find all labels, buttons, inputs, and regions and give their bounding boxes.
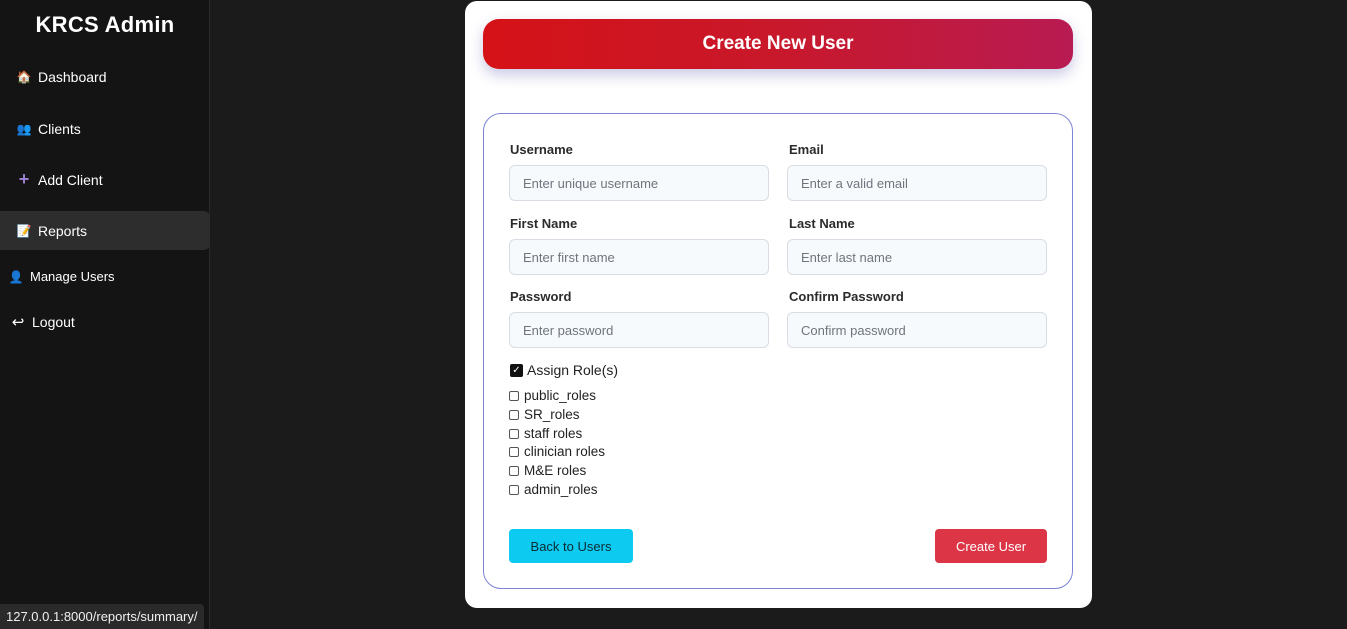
sidebar-item-label: Dashboard <box>38 68 107 85</box>
confirm-password-input[interactable] <box>787 312 1047 348</box>
brand-title: KRCS Admin <box>35 12 175 37</box>
last-name-input[interactable] <box>787 239 1047 275</box>
role-checkbox[interactable] <box>509 484 519 495</box>
sidebar-item-add-client[interactable]: + Add Client <box>0 160 210 199</box>
email-label: Email <box>789 142 824 157</box>
first-name-label: First Name <box>510 216 578 231</box>
sidebar-item-clients[interactable]: 👥 Clients <box>0 109 210 148</box>
password-input[interactable] <box>509 312 769 348</box>
role-checkbox[interactable] <box>509 428 519 439</box>
username-label: Username <box>510 142 573 157</box>
sidebar-item-reports[interactable]: 📝 Reports <box>0 211 210 250</box>
role-checkbox[interactable] <box>509 390 519 401</box>
back-to-users-button[interactable]: Back to Users <box>509 529 633 563</box>
page-title: Create New User <box>483 19 1073 69</box>
confirm-password-label: Confirm Password <box>789 289 904 304</box>
role-option-public[interactable]: public_roles <box>509 388 596 403</box>
role-label: public_roles <box>524 388 597 403</box>
user-icon: 👤 <box>8 269 24 284</box>
role-label: SR_roles <box>524 407 580 422</box>
role-checkbox[interactable] <box>509 465 519 476</box>
assign-roles-toggle[interactable]: ✓ Assign Role(s) <box>510 362 618 378</box>
role-label: M&E roles <box>524 463 587 478</box>
role-checkbox[interactable] <box>509 446 519 457</box>
role-label: clinician roles <box>524 444 606 459</box>
house-icon: 🏠 <box>16 69 32 84</box>
password-label: Password <box>510 289 572 304</box>
role-option-sr[interactable]: SR_roles <box>509 407 580 422</box>
plus-icon: + <box>18 169 30 189</box>
role-label: admin_roles <box>524 482 598 497</box>
sidebar-item-label: Add Client <box>38 171 103 188</box>
role-option-me[interactable]: M&E roles <box>509 463 586 478</box>
role-option-clinician[interactable]: clinician roles <box>509 444 605 459</box>
create-user-button[interactable]: Create User <box>935 529 1047 563</box>
sidebar-item-label: Clients <box>38 120 81 137</box>
role-checkbox[interactable] <box>509 409 519 420</box>
username-input[interactable] <box>509 165 769 201</box>
role-option-staff[interactable]: staff roles <box>509 426 582 441</box>
role-label: staff roles <box>524 426 583 441</box>
first-name-input[interactable] <box>509 239 769 275</box>
people-icon: 👥 <box>16 121 32 136</box>
sidebar-item-manage-users[interactable]: 👤 Manage Users <box>0 257 210 296</box>
email-input[interactable] <box>787 165 1047 201</box>
report-icon: 📝 <box>16 223 32 238</box>
create-user-card: Create New User Username Email First Nam… <box>465 1 1092 608</box>
assign-roles-label: Assign Role(s) <box>527 362 619 378</box>
checkbox-checked-icon[interactable]: ✓ <box>510 363 523 377</box>
sidebar: KRCS Admin 🏠 Dashboard 👥 Clients + Add C… <box>0 0 210 629</box>
role-option-admin[interactable]: admin_roles <box>509 482 598 497</box>
sidebar-item-logout[interactable]: ↩ Logout <box>0 302 210 341</box>
sidebar-item-label: Manage Users <box>30 269 115 284</box>
status-bar-url: 127.0.0.1:8000/reports/summary/ <box>0 604 204 629</box>
sidebar-item-label: Logout <box>32 313 75 330</box>
create-user-form: Username Email First Name Last Name Pass… <box>483 113 1073 589</box>
last-name-label: Last Name <box>789 216 855 231</box>
logout-arrow-icon: ↩ <box>11 313 25 331</box>
sidebar-item-dashboard[interactable]: 🏠 Dashboard <box>0 57 210 96</box>
sidebar-item-label: Reports <box>38 222 88 239</box>
